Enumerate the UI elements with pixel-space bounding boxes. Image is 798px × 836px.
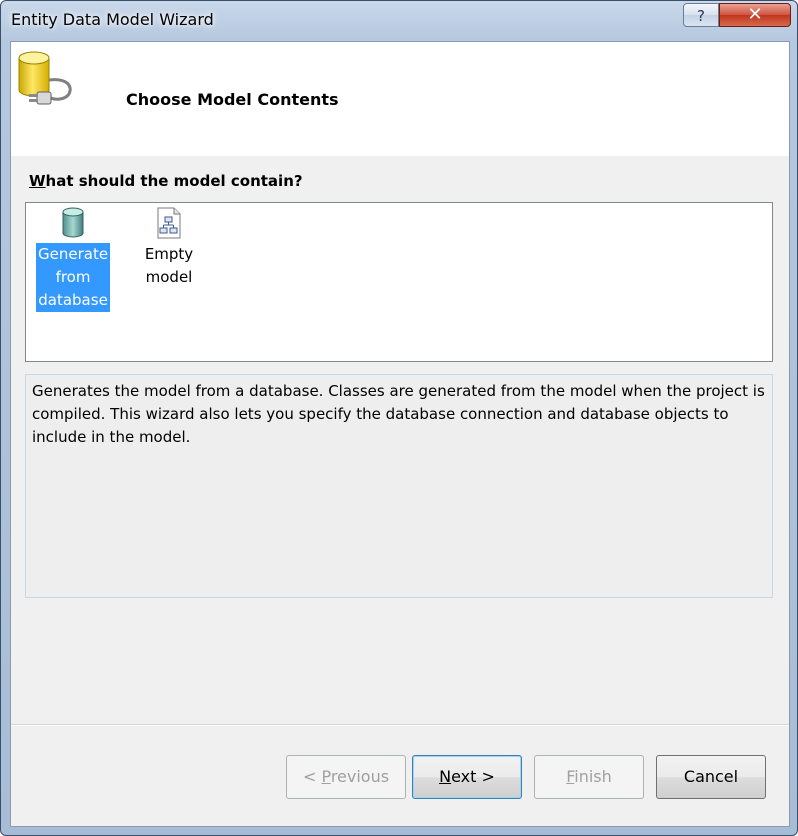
button-separator: [11, 724, 789, 726]
model-contents-label: What should the model contain?: [29, 172, 303, 190]
next-button[interactable]: Next >: [412, 755, 522, 799]
close-button[interactable]: ✕: [719, 3, 791, 27]
close-icon: ✕: [747, 4, 763, 25]
wizard-header: Choose Model Contents: [11, 42, 789, 156]
question-text: hat should the model contain?: [45, 172, 303, 190]
database-plug-icon: [18, 51, 72, 105]
previous-button[interactable]: < Previous: [286, 755, 406, 799]
description-box: Generates the model from a database. Cla…: [25, 374, 773, 598]
dialog-body: Choose Model Contents What should the mo…: [10, 41, 790, 827]
empty-model-icon: [157, 207, 181, 239]
wizard-window: Entity Data Model Wizard ? ✕ Choose Mode…: [0, 0, 798, 836]
list-item-label: Generate from database: [36, 243, 111, 312]
database-icon: [62, 207, 84, 238]
model-type-list[interactable]: Generate from database Empty model: [25, 202, 773, 362]
cancel-button[interactable]: Cancel: [656, 755, 766, 799]
list-item-generate-from-database[interactable]: Generate from database: [36, 207, 111, 312]
list-item-empty-model[interactable]: Empty model: [132, 207, 206, 289]
page-title: Choose Model Contents: [126, 90, 339, 109]
title-bar[interactable]: Entity Data Model Wizard ? ✕: [1, 1, 797, 41]
finish-button[interactable]: Finish: [534, 755, 644, 799]
help-button[interactable]: ?: [683, 3, 719, 27]
question-mnemonic: W: [29, 172, 46, 190]
list-item-label: Empty model: [144, 245, 194, 286]
window-title: Entity Data Model Wizard: [11, 10, 214, 29]
